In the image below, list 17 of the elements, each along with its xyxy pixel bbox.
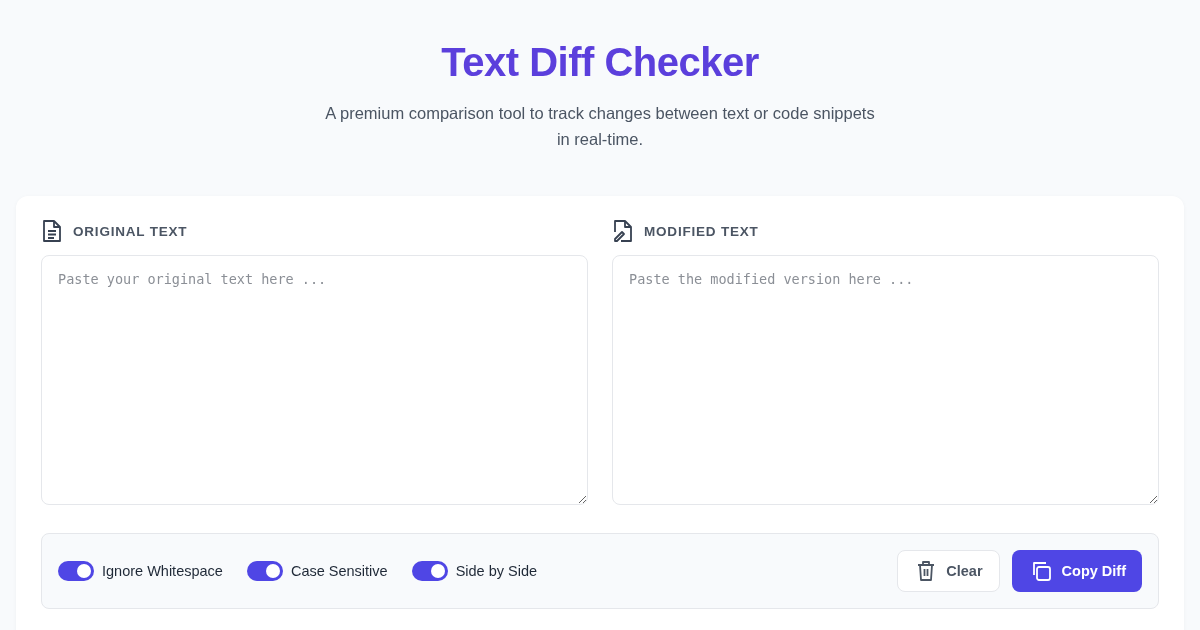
- toggle-label: Side by Side: [455, 563, 538, 579]
- toggle-switch[interactable]: [246, 561, 283, 581]
- toggle-switch[interactable]: [58, 561, 94, 581]
- toggle-label: Ignore Whitespace: [102, 563, 223, 579]
- text-input-field[interactable]: Paste your original text here ...: [41, 255, 588, 505]
- page-title: Text Diff Checker: [441, 39, 759, 86]
- trash-icon: [916, 560, 937, 582]
- page-subtitle: A premium comparison tool to track changes between text or code snippets in real-time.: [325, 103, 875, 150]
- toggle-label: Case Sensitive: [290, 563, 388, 579]
- panel-label: MODIFIED TEXT: [644, 223, 759, 239]
- copy-diff-button[interactable]: Copy Diff: [1011, 550, 1142, 592]
- text-input-field[interactable]: Paste the modified version here ...: [612, 255, 1159, 505]
- panel-label: ORIGINAL TEXT: [73, 223, 188, 239]
- toggle-switch[interactable]: [411, 561, 448, 581]
- clear-button[interactable]: Clear: [897, 550, 1000, 592]
- file-edit-icon: [612, 219, 634, 243]
- document-icon: [41, 219, 63, 243]
